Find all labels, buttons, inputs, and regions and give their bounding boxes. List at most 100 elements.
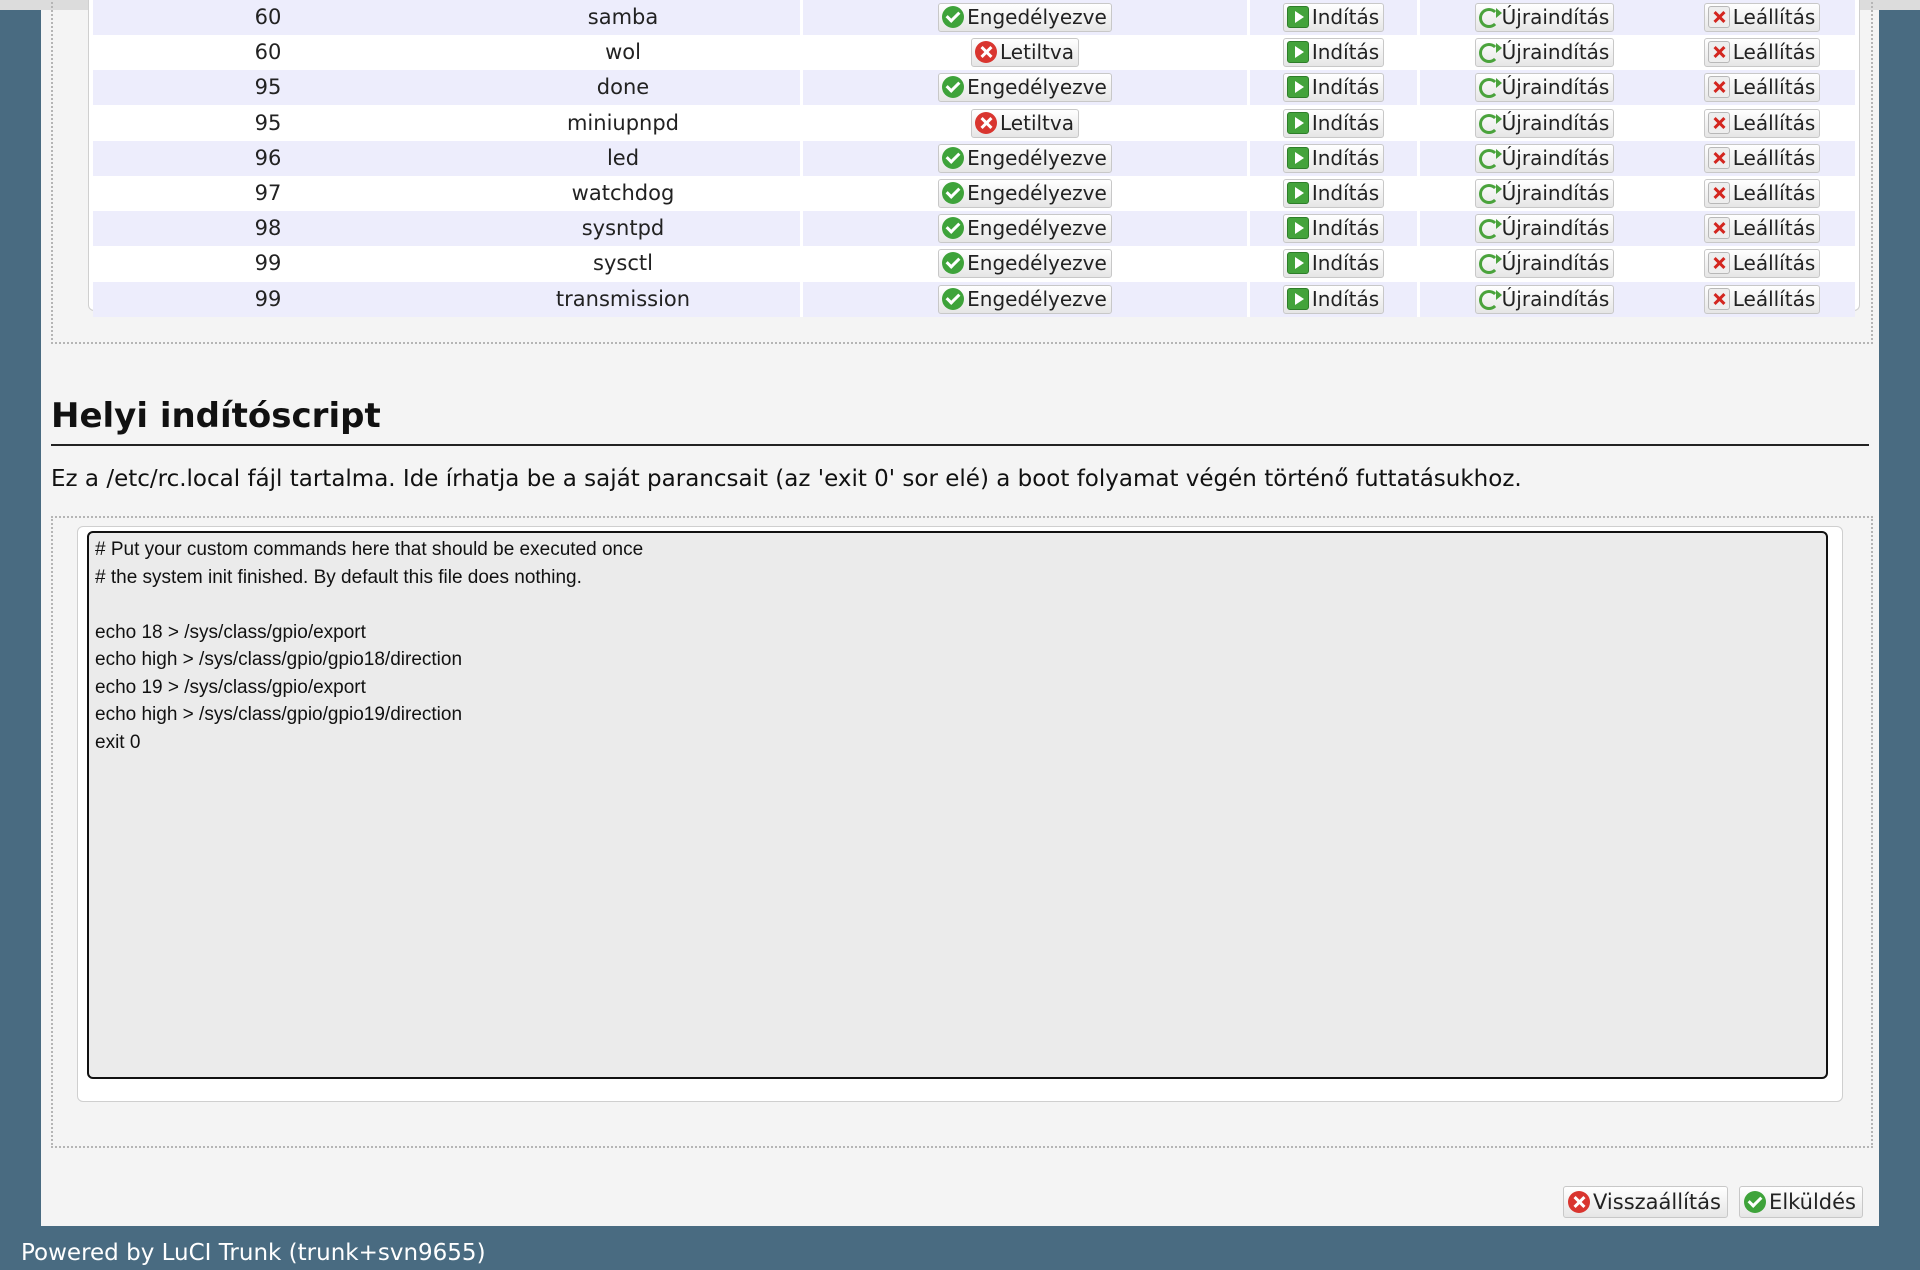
restart-label: Újraindítás [1501,110,1610,135]
reload-icon [1478,78,1502,99]
stop-label: Leállítás [1732,110,1816,135]
rc-local-textarea[interactable] [87,531,1828,1079]
main-content: 60 samba Engedélyezve Indítás Újraindítás Leá… [41,0,1879,1226]
reload-icon [1478,8,1502,28]
rc-local-box [77,526,1843,1102]
restart-button[interactable]: Újraindítás [1474,38,1615,68]
priority-cell: 98 [254,216,282,241]
reset-button[interactable]: Visszaállítás [1563,1186,1728,1218]
status-label: Letiltva [1000,110,1074,135]
stop-button[interactable]: Leállítás [1703,143,1821,173]
play-icon [1286,252,1309,275]
restart-button[interactable]: Újraindítás [1474,249,1615,279]
reset-icon [1568,1191,1591,1213]
stop-button[interactable]: Leállítás [1703,108,1821,138]
status-label: Engedélyezve [967,145,1107,170]
table-row: 96 led Engedélyezve Indítás Újraindítás Leáll… [93,140,1855,176]
stop-label: Leállítás [1732,181,1816,205]
submit-button[interactable]: Elküldés [1739,1186,1863,1218]
enabled-toggle-button[interactable]: Engedélyezve [938,73,1112,103]
table-row: 97 watchdog Engedélyezve Indítás Újraindítás… [93,176,1855,211]
service-name-cell: wol [605,40,641,65]
start-label: Indítás [1311,145,1380,170]
start-cell: Indítás [1250,0,1420,35]
start-button[interactable]: Indítás [1282,214,1385,244]
enabled-toggle-button[interactable]: Engedélyezve [938,179,1112,208]
restart-cell: Újraindítás [1420,70,1669,105]
rc-local-fieldset [51,516,1873,1148]
priority-cell: 99 [254,286,282,311]
reload-icon [1478,113,1502,134]
start-button[interactable]: Indítás [1282,179,1385,208]
restart-button[interactable]: Újraindítás [1474,284,1615,314]
restart-cell: Újraindítás [1420,176,1669,211]
start-button[interactable]: Indítás [1282,108,1385,138]
stop-icon [1707,76,1730,99]
check-icon [942,182,965,204]
play-icon [1286,182,1309,204]
start-cell: Indítás [1250,281,1420,317]
enabled-toggle-button[interactable]: Engedélyezve [938,249,1112,279]
reload-icon [1478,148,1502,169]
start-button[interactable]: Indítás [1282,249,1385,279]
start-button[interactable]: Indítás [1282,143,1385,173]
stop-label: Leállítás [1732,251,1816,276]
priority-cell: 95 [254,110,282,135]
service-name-cell: samba [446,0,803,35]
enabled-toggle-button[interactable]: Engedélyezve [938,143,1112,173]
reload-icon [1478,219,1502,240]
enabled-cell: Engedélyezve [803,140,1250,176]
start-button[interactable]: Indítás [1282,38,1385,68]
restart-button[interactable]: Újraindítás [1474,214,1615,244]
stop-cell: Leállítás [1669,70,1855,105]
enabled-toggle-button[interactable]: Engedélyezve [938,284,1112,314]
stop-button[interactable]: Leállítás [1703,249,1821,279]
restart-button[interactable]: Újraindítás [1474,108,1615,138]
start-cell: Indítás [1250,140,1420,176]
stop-button[interactable]: Leállítás [1703,3,1821,32]
status-label: Engedélyezve [967,5,1107,29]
stop-button[interactable]: Leállítás [1703,38,1821,68]
disabled-toggle-button[interactable]: Letiltva [971,38,1079,68]
table-row: 60 samba Engedélyezve Indítás Újraindítás Leá… [93,0,1855,35]
service-name-cell: done [446,70,803,106]
stop-button[interactable]: Leállítás [1703,214,1821,244]
services-fieldset: 60 samba Engedélyezve Indítás Újraindítás Leá… [51,0,1873,344]
start-cell: Indítás [1250,106,1417,141]
restart-button[interactable]: Újraindítás [1474,3,1615,32]
stop-button[interactable]: Leállítás [1703,73,1821,103]
start-cell: Indítás [1250,176,1417,211]
restart-button[interactable]: Újraindítás [1474,73,1615,103]
enabled-toggle-button[interactable]: Engedélyezve [938,3,1112,32]
stop-cell: Leállítás [1669,211,1855,246]
enabled-toggle-button[interactable]: Engedélyezve [938,214,1112,244]
submit-icon [1744,1191,1767,1213]
stop-cell: Leállítás [1669,282,1855,317]
stop-cell: Leállítás [1669,141,1855,176]
restart-button[interactable]: Újraindítás [1474,143,1615,173]
stop-icon [1707,287,1730,310]
priority-cell: 60 [254,40,282,65]
disabled-toggle-button[interactable]: Letiltva [971,108,1079,138]
status-label: Engedélyezve [967,251,1107,276]
play-icon [1286,6,1309,28]
play-icon [1286,146,1309,169]
check-icon [942,76,965,99]
start-label: Indítás [1311,110,1380,135]
stop-icon [1707,252,1730,275]
restart-cell: Újraindítás [1420,106,1669,141]
restart-label: Újraindítás [1501,181,1610,205]
form-actions: Visszaállítás Elküldés [1557,1183,1863,1218]
stop-cell: Leállítás [1669,0,1855,35]
start-label: Indítás [1311,181,1380,205]
start-button[interactable]: Indítás [1282,3,1385,32]
start-button[interactable]: Indítás [1282,73,1385,103]
play-icon [1286,111,1309,134]
service-name-cell: watchdog [571,181,675,205]
stop-button[interactable]: Leállítás [1703,179,1821,208]
start-button[interactable]: Indítás [1282,284,1385,314]
stop-icon [1707,6,1730,28]
restart-button[interactable]: Újraindítás [1474,179,1615,208]
start-label: Indítás [1311,286,1380,311]
stop-button[interactable]: Leállítás [1703,284,1821,314]
